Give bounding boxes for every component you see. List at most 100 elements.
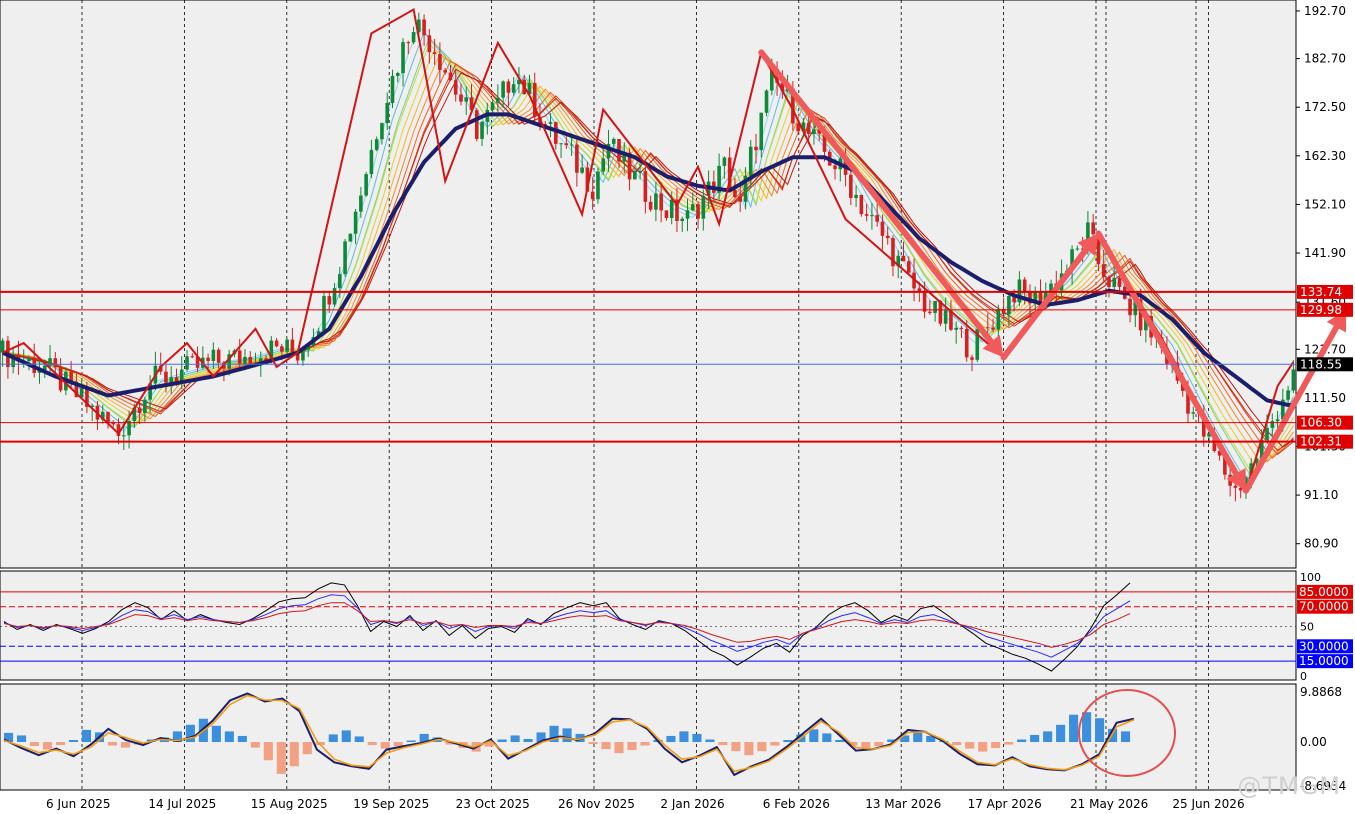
- candle-body: [474, 110, 479, 139]
- price-y-tick-label: 152.10: [1304, 197, 1346, 211]
- x-tick-label: 6 Feb 2026: [763, 797, 830, 810]
- candle-body: [928, 311, 932, 313]
- price-y-tick-label: 182.70: [1304, 52, 1346, 66]
- candle-body: [638, 171, 642, 173]
- candle-body: [401, 42, 405, 74]
- macd-histogram-bar: [835, 739, 845, 743]
- candle-body: [690, 204, 695, 211]
- chart-svg: 6 Jun 2025 14 Jul 2025 15 Aug 2025 19 Sep 2…: [0, 0, 1353, 811]
- price-level-tag-text: 129.98: [1300, 303, 1342, 317]
- macd-histogram-bar: [328, 734, 338, 743]
- macd-histogram-bar: [1069, 714, 1079, 743]
- macd-histogram-bar: [380, 742, 390, 749]
- candle-body: [996, 308, 1001, 330]
- candle-body: [1107, 276, 1111, 287]
- macd-histogram-bar: [679, 731, 689, 743]
- macd-histogram-bar: [120, 742, 130, 748]
- candle-body: [959, 327, 964, 329]
- candle-body: [669, 199, 674, 218]
- macd-histogram-bar: [731, 742, 741, 752]
- candle-body: [106, 411, 110, 423]
- candle-body: [348, 233, 353, 242]
- candle-body: [53, 358, 58, 368]
- trading-chart: 6 Jun 2025 14 Jul 2025 15 Aug 2025 19 Sep 2…: [0, 0, 1355, 811]
- candle-body: [369, 149, 374, 175]
- candle-body: [1117, 278, 1122, 287]
- macd-histogram-bar: [562, 728, 572, 743]
- candle-body: [696, 204, 700, 219]
- candle-body: [390, 75, 395, 103]
- candle-body: [954, 327, 958, 330]
- price-y-tick-label: 141.90: [1304, 246, 1346, 260]
- candle-body: [1191, 412, 1196, 414]
- candle-body: [1291, 369, 1296, 391]
- candle-body: [353, 211, 358, 234]
- macd-histogram-bar: [1017, 739, 1027, 743]
- macd-histogram-bar: [952, 742, 962, 746]
- macd-histogram-bar: [757, 742, 767, 752]
- macd-histogram-bar: [523, 738, 533, 743]
- rsi-panel: [0, 570, 1297, 681]
- candle-body: [759, 112, 764, 151]
- candle-body: [1007, 296, 1011, 315]
- macd-histogram-bar: [107, 742, 117, 746]
- candle-body: [601, 158, 606, 172]
- candle-body: [327, 296, 332, 305]
- macd-histogram-bar: [770, 742, 780, 746]
- candle-body: [280, 346, 284, 352]
- candle-body: [596, 171, 600, 200]
- macd-histogram-bar: [393, 742, 403, 747]
- candle-body: [274, 340, 279, 347]
- rsi-y-tick-label: 100: [1300, 571, 1321, 584]
- candle-body: [611, 138, 616, 144]
- x-tick-label: 19 Sep 2025: [353, 797, 429, 810]
- macd-histogram-bar: [991, 742, 1001, 749]
- candle-body: [748, 146, 753, 176]
- macd-y-tick-label: 0.00: [1300, 735, 1327, 749]
- candle-body: [1112, 278, 1117, 287]
- candle-body: [332, 288, 337, 305]
- candle-body: [1233, 485, 1238, 488]
- macd-histogram-bar: [1056, 724, 1066, 743]
- candle-body: [285, 339, 289, 352]
- candle-body: [443, 69, 447, 73]
- candle-body: [564, 143, 569, 146]
- candle-body: [575, 144, 579, 173]
- macd-histogram-bar: [1043, 731, 1053, 743]
- candle-body: [1286, 390, 1290, 400]
- candle-body: [701, 195, 706, 219]
- x-tick-label: 23 Oct 2025: [456, 797, 530, 810]
- candle-body: [849, 174, 853, 198]
- candle-body: [870, 215, 874, 217]
- x-tick-label: 26 Nov 2025: [558, 797, 635, 810]
- macd-histogram-bar: [55, 742, 66, 746]
- candle-body: [933, 300, 937, 313]
- candle-body: [211, 349, 216, 361]
- x-tick-label: 6 Jun 2025: [46, 797, 111, 810]
- candle-body: [833, 165, 837, 170]
- macd-histogram-bar: [601, 742, 611, 750]
- candle-body: [501, 81, 505, 98]
- price-level-tag-text: 102.31: [1300, 435, 1342, 449]
- candle-body: [664, 210, 669, 218]
- x-tick-label: 25 Jun 2026: [1172, 797, 1244, 810]
- macd-y-tick-label: 9.8868: [1300, 685, 1342, 699]
- macd-histogram-bar: [289, 742, 299, 767]
- candle-body: [1265, 427, 1269, 440]
- macd-histogram-bar: [302, 742, 312, 755]
- candle-body: [880, 221, 885, 236]
- candle-body: [122, 435, 126, 437]
- macd-histogram-bar: [1121, 731, 1131, 743]
- candle-body: [237, 350, 242, 365]
- candle-body: [864, 214, 869, 216]
- candle-body: [1075, 248, 1080, 250]
- candle-body: [764, 90, 769, 113]
- rsi-level-tag-text: 30.0000: [1299, 639, 1349, 653]
- price-y-tick-label: 172.50: [1304, 100, 1346, 114]
- price-level-tag-text: 106.30: [1300, 416, 1342, 430]
- candle-body: [970, 357, 974, 360]
- candle-body: [164, 371, 168, 383]
- candle-body: [459, 94, 463, 102]
- candle-body: [343, 241, 347, 275]
- candle-body: [859, 194, 864, 215]
